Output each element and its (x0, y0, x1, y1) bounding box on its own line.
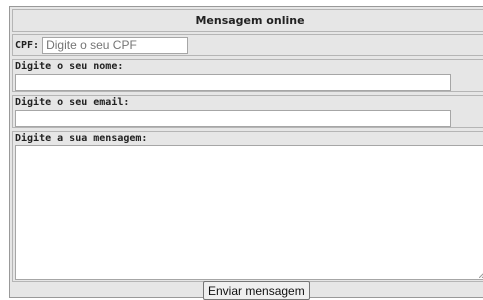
name-row: Digite o seu nome: (12, 59, 483, 92)
cpf-row: CPF: (12, 34, 483, 56)
form-table: Mensagem online CPF: Digite o seu nome: … (9, 6, 483, 300)
send-message-button[interactable]: Enviar mensagem (203, 281, 310, 300)
name-input[interactable] (15, 74, 451, 91)
form-title: Mensagem online (195, 14, 305, 27)
email-label: Digite o seu email: (15, 97, 130, 108)
submit-row: Enviar mensagem (12, 281, 483, 300)
name-label: Digite o seu nome: (15, 61, 124, 72)
email-row: Digite o seu email: (12, 95, 483, 128)
email-input[interactable] (15, 110, 451, 127)
message-textarea[interactable] (15, 145, 483, 280)
form-title-row: Mensagem online (12, 9, 483, 32)
cpf-input[interactable] (42, 36, 189, 54)
cpf-label: CPF: (15, 39, 40, 51)
message-row: Digite a sua mensagem: (12, 131, 483, 282)
message-label: Digite a sua mensagem: (15, 133, 148, 144)
